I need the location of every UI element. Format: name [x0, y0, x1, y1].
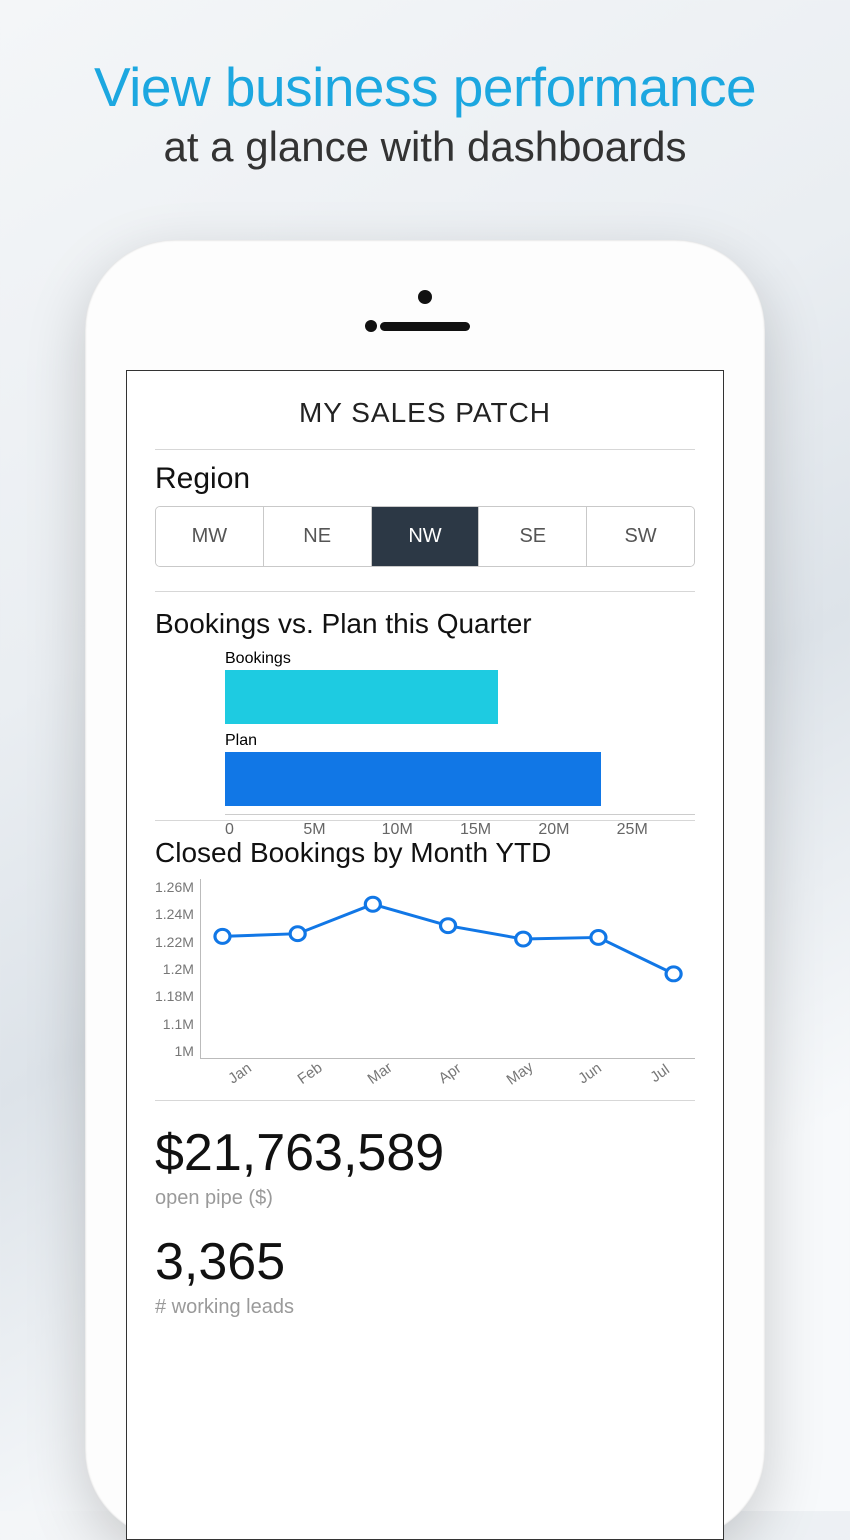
region-option-mw[interactable]: MW: [156, 507, 264, 566]
region-label: Region: [155, 462, 695, 496]
device-frame: MY SALES PATCH Region MWNENWSESW Booking…: [85, 240, 765, 1540]
bar-segment: [225, 670, 498, 724]
region-option-sw[interactable]: SW: [587, 507, 694, 566]
bar-label: Bookings: [225, 650, 695, 668]
line-point: [666, 967, 681, 981]
line-point: [591, 930, 606, 944]
line-chart: [200, 879, 695, 1059]
open-pipe-label: open pipe ($): [155, 1187, 695, 1210]
bar-segment: [225, 752, 601, 806]
region-option-se[interactable]: SE: [479, 507, 587, 566]
bar-chart-title: Bookings vs. Plan this Quarter: [155, 608, 695, 640]
line-point: [365, 897, 380, 911]
line-point: [215, 929, 230, 943]
app-screen: MY SALES PATCH Region MWNENWSESW Booking…: [126, 370, 724, 1540]
page-title: MY SALES PATCH: [127, 371, 723, 449]
line-chart-y-axis: 1.26M1.24M1.22M1.2M1.18M1.1M1M: [155, 879, 200, 1059]
working-leads-label: # working leads: [155, 1296, 695, 1319]
line-chart-x-axis: JanFebMarAprMayJunJul: [205, 1065, 695, 1082]
line-point: [440, 919, 455, 933]
promo-title: View business performance: [0, 55, 850, 119]
bar-chart: BookingsPlan05M10M15M20M25M: [225, 650, 695, 820]
bar-chart-x-axis: 05M10M15M20M25M: [225, 814, 695, 839]
line-chart-title: Closed Bookings by Month YTD: [155, 837, 695, 869]
line-point: [290, 927, 305, 941]
region-segmented-control[interactable]: MWNENWSESW: [155, 506, 695, 567]
open-pipe-value: $21,763,589: [155, 1123, 695, 1183]
region-option-nw[interactable]: NW: [372, 507, 480, 566]
line-point: [516, 932, 531, 946]
promo-subtitle: at a glance with dashboards: [0, 123, 850, 171]
working-leads-value: 3,365: [155, 1232, 695, 1292]
region-option-ne[interactable]: NE: [264, 507, 372, 566]
bar-label: Plan: [225, 732, 695, 750]
